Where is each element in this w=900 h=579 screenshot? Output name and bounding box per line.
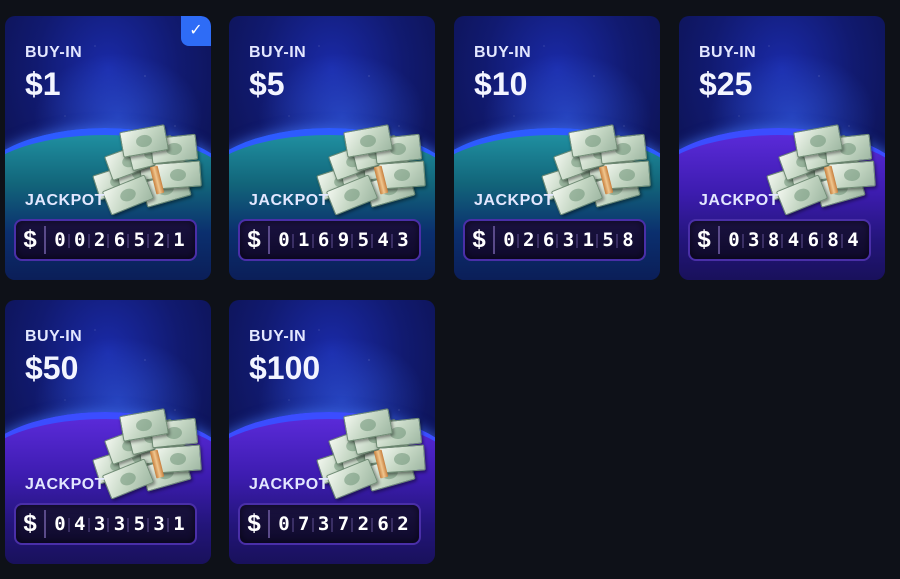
jackpot-digit: 6 <box>107 229 128 251</box>
jackpot-digit: 2 <box>390 513 412 535</box>
jackpot-digit: 0 <box>67 229 89 251</box>
jackpot-digit: 0 <box>54 229 66 251</box>
buyin-amount: $1 <box>25 66 61 102</box>
jackpot-digit: 3 <box>107 513 128 535</box>
buyin-label: BUY-IN <box>25 44 83 61</box>
jackpot-digit: 1 <box>576 229 597 251</box>
buyin-card-10[interactable]: BUY-IN $10 JACKPOT $ 0 2 6 3 1 5 8 <box>454 16 660 280</box>
jackpot-digit: 0 <box>728 229 740 251</box>
jackpot-digit: 6 <box>536 229 558 251</box>
jackpot-digit: 3 <box>87 513 109 535</box>
buyin-card-25[interactable]: BUY-IN $25 JACKPOT $ 0 3 8 4 6 8 4 <box>679 16 885 280</box>
jackpot-digits: 0 4 3 3 5 3 1 <box>46 513 195 535</box>
jackpot-digits: 0 3 8 4 6 8 4 <box>720 229 869 251</box>
currency-symbol: $ <box>16 510 46 538</box>
jackpot-digit: 1 <box>291 229 313 251</box>
buyin-amount: $25 <box>699 66 753 102</box>
buyin-amount: $5 <box>249 66 285 102</box>
jackpot-digit: 8 <box>821 229 842 251</box>
jackpot-label: JACKPOT <box>699 192 779 209</box>
buyin-card-5[interactable]: BUY-IN $5 JACKPOT $ 0 1 6 9 5 4 3 <box>229 16 435 280</box>
jackpot-digits: 0 2 6 3 1 5 8 <box>495 229 644 251</box>
buyin-grid: BUY-IN $1 JACKPOT $ 0 0 2 6 5 2 1 ✓ BUY-… <box>0 0 900 579</box>
jackpot-digit: 4 <box>371 229 392 251</box>
jackpot-label: JACKPOT <box>474 192 554 209</box>
jackpot-counter: $ 0 3 8 4 6 8 4 <box>688 219 871 261</box>
buyin-card-100[interactable]: BUY-IN $100 JACKPOT $ 0 7 3 7 2 6 2 <box>229 300 435 564</box>
jackpot-counter: $ 0 2 6 3 1 5 8 <box>463 219 646 261</box>
jackpot-label: JACKPOT <box>25 476 105 493</box>
jackpot-digit: 6 <box>311 229 333 251</box>
jackpot-digit: 0 <box>278 229 290 251</box>
currency-symbol: $ <box>690 226 720 254</box>
jackpot-digit: 4 <box>840 229 862 251</box>
jackpot-label: JACKPOT <box>249 476 329 493</box>
jackpot-digit: 3 <box>311 513 333 535</box>
buyin-amount: $50 <box>25 350 79 386</box>
jackpot-digit: 2 <box>351 513 372 535</box>
jackpot-digit: 3 <box>147 513 168 535</box>
jackpot-digit: 5 <box>351 229 372 251</box>
buyin-label: BUY-IN <box>25 328 83 345</box>
jackpot-digit: 2 <box>516 229 538 251</box>
jackpot-digit: 7 <box>291 513 313 535</box>
jackpot-digit: 4 <box>781 229 802 251</box>
buyin-label: BUY-IN <box>474 44 532 61</box>
currency-symbol: $ <box>240 226 270 254</box>
currency-symbol: $ <box>240 510 270 538</box>
currency-symbol: $ <box>16 226 46 254</box>
jackpot-digit: 3 <box>741 229 763 251</box>
jackpot-digit: 9 <box>331 229 352 251</box>
jackpot-counter: $ 0 0 2 6 5 2 1 <box>14 219 197 261</box>
jackpot-digit: 8 <box>761 229 783 251</box>
jackpot-digit: 7 <box>331 513 352 535</box>
jackpot-digits: 0 0 2 6 5 2 1 <box>46 229 195 251</box>
buyin-card-50[interactable]: BUY-IN $50 JACKPOT $ 0 4 3 3 5 3 1 <box>5 300 211 564</box>
jackpot-digit: 2 <box>87 229 109 251</box>
jackpot-digit: 4 <box>67 513 89 535</box>
buyin-label: BUY-IN <box>699 44 757 61</box>
buyin-amount: $10 <box>474 66 528 102</box>
jackpot-digit: 6 <box>371 513 392 535</box>
jackpot-digit: 6 <box>801 229 822 251</box>
buyin-card-1[interactable]: BUY-IN $1 JACKPOT $ 0 0 2 6 5 2 1 ✓ <box>5 16 211 280</box>
jackpot-digit: 2 <box>147 229 168 251</box>
currency-symbol: $ <box>465 226 495 254</box>
jackpot-digit: 0 <box>278 513 290 535</box>
buyin-label: BUY-IN <box>249 44 307 61</box>
jackpot-digit: 5 <box>127 513 148 535</box>
jackpot-digit: 5 <box>127 229 148 251</box>
jackpot-counter: $ 0 7 3 7 2 6 2 <box>238 503 421 545</box>
jackpot-digit: 1 <box>166 513 188 535</box>
selected-check-icon: ✓ <box>181 16 211 46</box>
jackpot-digit: 5 <box>596 229 617 251</box>
jackpot-label: JACKPOT <box>25 192 105 209</box>
jackpot-counter: $ 0 4 3 3 5 3 1 <box>14 503 197 545</box>
jackpot-digit: 3 <box>390 229 412 251</box>
jackpot-digit: 0 <box>54 513 66 535</box>
jackpot-digit: 8 <box>615 229 637 251</box>
buyin-label: BUY-IN <box>249 328 307 345</box>
jackpot-digits: 0 7 3 7 2 6 2 <box>270 513 419 535</box>
jackpot-digit: 3 <box>556 229 577 251</box>
jackpot-digit: 1 <box>166 229 188 251</box>
jackpot-digits: 0 1 6 9 5 4 3 <box>270 229 419 251</box>
jackpot-label: JACKPOT <box>249 192 329 209</box>
buyin-amount: $100 <box>249 350 321 386</box>
jackpot-digit: 0 <box>503 229 515 251</box>
jackpot-counter: $ 0 1 6 9 5 4 3 <box>238 219 421 261</box>
